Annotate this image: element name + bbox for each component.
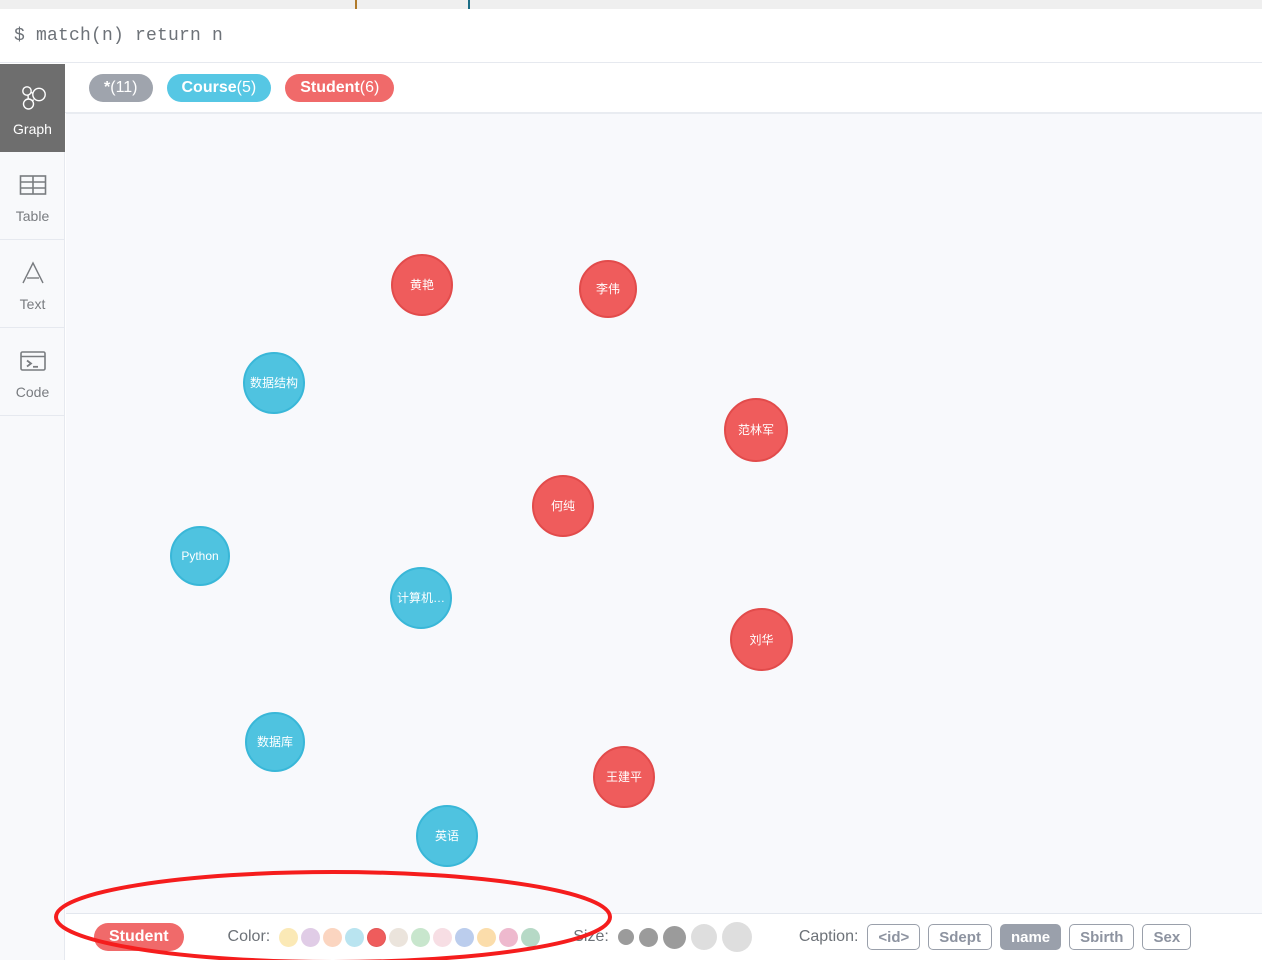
color-swatch[interactable] [477,927,497,947]
size-option[interactable] [617,929,634,945]
top-clipped-strip [0,0,1262,9]
caption-label: Caption: [798,928,859,945]
sidebar-label-graph: Graph [13,120,52,137]
graph-node-caption: 黄艳 [409,278,434,292]
color-swatch[interactable] [279,927,299,947]
size-label: Size: [573,928,609,945]
color-label: Color: [227,928,271,945]
color-swatch[interactable] [499,927,519,947]
color-swatch[interactable] [433,927,453,947]
graph-node-caption: 数据库 [256,735,293,749]
graph-node[interactable]: 计算机… [390,567,452,629]
graph-node[interactable]: 数据结构 [243,352,305,414]
caption-button[interactable]: Sbirth [1069,924,1135,950]
color-swatch[interactable] [455,927,475,947]
graph-node-caption: 数据结构 [249,376,298,390]
graph-node-caption: 英语 [434,829,459,843]
legend-size-group: Size: [573,922,757,952]
graph-node[interactable]: 何纯 [532,475,594,537]
label-pill-course[interactable]: Course (5) [166,74,272,102]
color-swatch[interactable] [411,927,431,947]
code-icon [16,344,50,378]
graph-legend-bar: Student Color: Size: Caption: <id> Sdept n… [66,913,1262,960]
sidebar-item-code[interactable]: Code [0,328,65,416]
label-pill-course-count: (5) [236,79,257,96]
graph-node-caption: 何纯 [550,499,575,513]
graph-icon [16,81,50,115]
label-pill-student[interactable]: Student (6) [285,74,395,102]
sidebar-item-text[interactable]: Text [0,240,65,328]
size-option[interactable] [638,927,658,947]
graph-node[interactable]: 数据库 [245,712,305,772]
label-pill-all-count: (11) [110,79,138,96]
sidebar-item-graph[interactable]: Graph [0,64,65,152]
graph-node[interactable]: 黄艳 [391,254,453,316]
graph-node[interactable]: 王建平 [593,746,655,808]
graph-node[interactable]: Python [170,526,230,586]
color-swatch[interactable] [521,927,541,947]
graph-node-caption: 王建平 [605,770,642,784]
top-tick-marker-2 [468,0,470,9]
graph-canvas[interactable]: 黄艳 李伟数据结构范林军何纯 Python 计算机… 刘华数据库王建平英语 [66,113,1262,960]
caption-button[interactable]: Sdept [928,924,992,950]
caption-button[interactable]: Sex [1142,924,1192,950]
color-swatch[interactable] [389,927,409,947]
color-swatch[interactable] [323,927,343,947]
graph-node[interactable]: 英语 [416,805,478,867]
graph-node-caption: Python [181,549,219,563]
sidebar-label-code: Code [15,384,50,400]
size-option[interactable] [721,922,752,952]
sidebar-item-table[interactable]: Table [0,152,65,240]
legend-color-group: Color: [227,927,544,947]
color-swatch[interactable] [367,927,387,947]
color-swatch[interactable] [301,927,321,947]
label-pill-student-count: (6) [359,79,380,96]
legend-label-student[interactable]: Student [94,923,184,951]
neo4j-browser-window: $ match(n) return n Graph Table Text Cod… [0,0,1262,960]
label-pill-course-name: Course [181,79,237,96]
caption-button[interactable]: name [999,924,1062,950]
query-bar[interactable]: $ match(n) return n [0,9,1262,63]
text-icon [16,256,50,290]
label-pill-row: * (11) Course (5) Student (6) [65,64,1262,113]
color-swatch[interactable] [345,927,365,947]
label-pill-all[interactable]: * (11) [89,74,153,102]
graph-node-caption: 刘华 [749,632,774,647]
size-option[interactable] [662,925,686,949]
label-pill-student-name: Student [300,79,360,96]
size-option[interactable] [690,924,717,950]
graph-node-caption: 李伟 [595,282,620,296]
query-text: $ match(n) return n [14,25,224,46]
graph-node-caption: 计算机… [396,591,445,605]
graph-node-caption: 范林军 [737,423,774,437]
graph-node[interactable]: 刘华 [730,608,793,671]
graph-node[interactable]: 李伟 [579,260,637,318]
sidebar-label-table: Table [15,208,50,224]
graph-node[interactable]: 范林军 [724,398,788,462]
result-panel: * (11) Course (5) Student (6) 黄艳 李伟 数据结构 范林军 何纯… [65,64,1262,960]
legend-caption-group: Caption: <id> Sdept name Sbirth Sex [799,924,1199,950]
sidebar-label-text: Text [19,296,46,312]
caption-button[interactable]: <id> [867,924,921,950]
table-icon [16,168,50,202]
view-sidebar: Graph Table Text Code [0,64,65,960]
top-tick-marker-1 [355,0,357,9]
